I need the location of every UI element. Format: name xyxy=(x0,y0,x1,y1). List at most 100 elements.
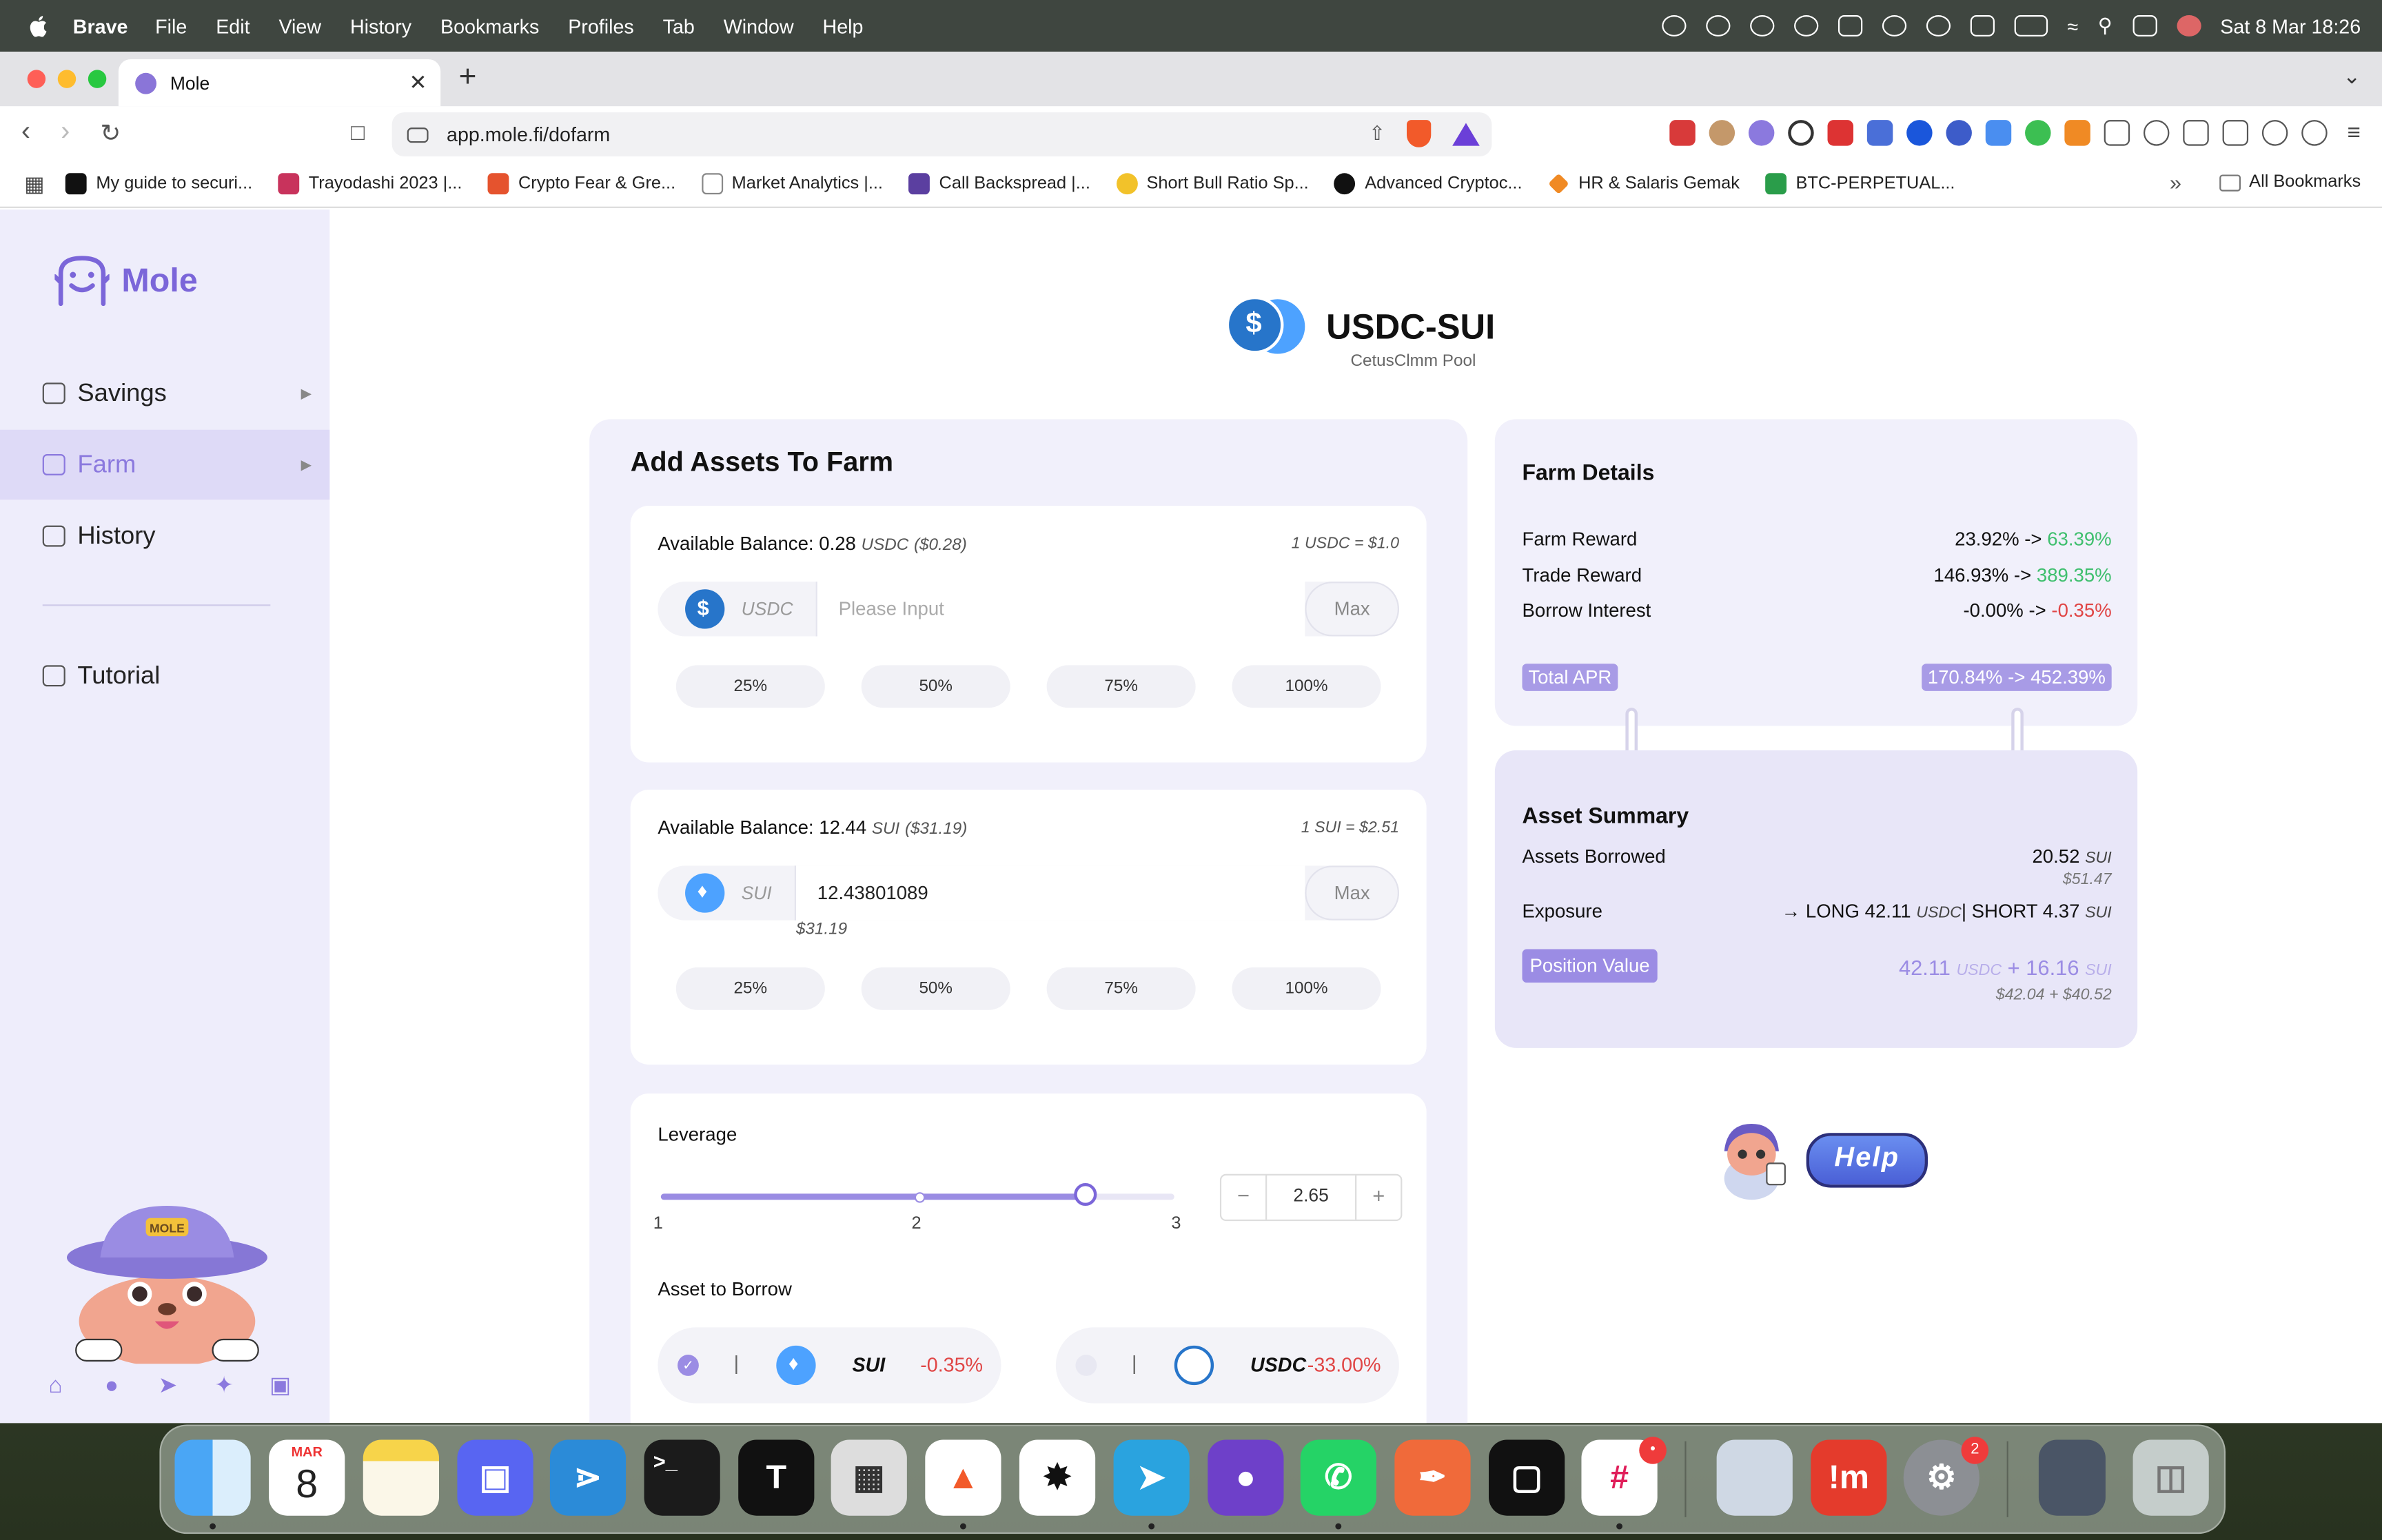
menu-profiles[interactable]: Profiles xyxy=(568,14,634,37)
twitter-icon[interactable]: ✦ xyxy=(211,1373,236,1399)
battery-icon[interactable] xyxy=(2014,15,2048,37)
radio-checked-icon[interactable]: ✓ xyxy=(678,1355,699,1376)
borrow-option-usdc[interactable]: | USDC -33.00% xyxy=(1055,1327,1399,1404)
brave-rewards-icon[interactable] xyxy=(1452,122,1480,145)
calendar-icon[interactable]: MAR 8 xyxy=(269,1439,345,1516)
chatgpt-app-icon[interactable]: ✸ xyxy=(1019,1439,1096,1516)
extensions-puzzle-icon[interactable] xyxy=(2104,120,2130,146)
site-settings-icon[interactable] xyxy=(407,127,429,143)
url-text[interactable]: app.mole.fi/dofarm xyxy=(447,123,610,146)
wifi-icon[interactable]: ≈ xyxy=(2067,14,2078,37)
github-icon[interactable]: ● xyxy=(99,1373,124,1399)
zoom-window-button[interactable] xyxy=(88,70,107,88)
brave-shields-icon[interactable] xyxy=(1406,120,1432,147)
bookmark-6[interactable]: Short Bull Ratio Sp... xyxy=(1116,173,1309,195)
translate-extension-icon[interactable] xyxy=(1866,120,1893,146)
more-bookmarks-chevron-icon[interactable]: » xyxy=(2170,170,2181,194)
mimestream-icon[interactable]: !m xyxy=(1811,1439,1887,1516)
documents-stack-icon[interactable] xyxy=(2038,1439,2106,1516)
usdc-25-percent-button[interactable]: 25% xyxy=(675,665,825,708)
info-tray-icon[interactable] xyxy=(1882,15,1906,37)
bookmark-7[interactable]: Advanced Cryptoc... xyxy=(1334,173,1523,195)
extension-10-icon[interactable] xyxy=(2025,120,2051,146)
menu-file[interactable]: File xyxy=(155,14,187,37)
sui-100-percent-button[interactable]: 100% xyxy=(1232,967,1381,1010)
reload-icon[interactable]: ↻ xyxy=(100,119,121,149)
leverage-slider-thumb[interactable] xyxy=(1073,1182,1097,1207)
bookmark-1[interactable]: My guide to securi... xyxy=(65,173,252,195)
vscode-icon[interactable]: ⋗ xyxy=(549,1439,627,1516)
extension-3-icon[interactable] xyxy=(1748,120,1775,146)
menu-history[interactable]: History xyxy=(350,14,411,37)
calculator-icon[interactable]: ▦ xyxy=(831,1439,907,1516)
extension-1-icon[interactable] xyxy=(1669,120,1696,146)
sidebar-item-savings[interactable]: Savings ▶ xyxy=(0,358,329,428)
usdc-100-percent-button[interactable]: 100% xyxy=(1232,665,1381,708)
vpn-icon[interactable] xyxy=(2301,120,2328,146)
browser-menu-icon[interactable]: ≡ xyxy=(2341,120,2367,145)
bookmark-3[interactable]: Crypto Fear & Gre... xyxy=(487,173,675,195)
postman-icon[interactable]: ✒ xyxy=(1394,1439,1471,1516)
share-icon[interactable]: ⇧ xyxy=(1369,121,1385,145)
terminal-icon[interactable]: >_ xyxy=(644,1439,720,1516)
sidebar-item-farm[interactable]: Farm ▶ xyxy=(0,429,330,500)
stats-icon[interactable] xyxy=(1838,15,1862,37)
weather-icon[interactable] xyxy=(1970,15,1995,37)
forward-icon[interactable]: › xyxy=(61,116,70,147)
preview-image-icon[interactable] xyxy=(1716,1439,1793,1516)
close-window-button[interactable] xyxy=(27,70,46,88)
bookmark-5[interactable]: Call Backspread |... xyxy=(908,173,1090,195)
menu-clock[interactable]: Sat 8 Mar 18:26 xyxy=(2220,14,2361,37)
help-button[interactable]: Help xyxy=(1806,1132,1928,1187)
extension-5-icon[interactable] xyxy=(1827,120,1854,146)
apple-icon[interactable] xyxy=(28,14,52,38)
help-widget[interactable]: Help xyxy=(1712,1118,1928,1201)
slack-icon[interactable]: # • xyxy=(1581,1437,1667,1516)
focus-icon[interactable] xyxy=(1793,15,1818,37)
minimize-window-button[interactable] xyxy=(57,70,77,88)
menu-edit[interactable]: Edit xyxy=(216,14,250,37)
radio-unchecked-icon[interactable] xyxy=(1075,1355,1097,1376)
telegram-icon[interactable]: ➤ xyxy=(155,1373,181,1399)
sui-max-button[interactable]: Max xyxy=(1305,865,1399,921)
wallet-icon[interactable] xyxy=(2222,120,2249,146)
leverage-decrease-button[interactable]: − xyxy=(1221,1175,1265,1220)
leo-ai-icon[interactable] xyxy=(2261,120,2288,146)
discord-app-icon[interactable]: ▣ xyxy=(457,1439,533,1516)
chatgpt-tray-icon[interactable] xyxy=(1705,15,1731,37)
usdc-75-percent-button[interactable]: 75% xyxy=(1046,665,1196,708)
new-tab-button[interactable]: + xyxy=(459,61,477,96)
tradingview-icon[interactable]: T xyxy=(738,1439,815,1516)
brave-app-icon[interactable]: ▲ xyxy=(925,1439,1001,1516)
sui-50-percent-button[interactable]: 50% xyxy=(861,967,1010,1010)
extension-7-icon[interactable] xyxy=(1906,120,1933,146)
address-bar[interactable]: app.mole.fi/dofarm ⇧ xyxy=(391,112,1492,157)
sui-75-percent-button[interactable]: 75% xyxy=(1046,967,1196,1010)
all-bookmarks-folder[interactable]: All Bookmarks xyxy=(2219,173,2361,192)
menu-app-name[interactable]: Brave xyxy=(73,14,128,37)
sui-amount-input[interactable]: 12.43801089 xyxy=(794,865,1305,921)
whatsapp-icon[interactable]: ✆ xyxy=(1300,1439,1376,1516)
bookmark-2[interactable]: Trayodashi 2023 |... xyxy=(278,173,462,195)
leverage-increase-button[interactable]: + xyxy=(1356,1175,1401,1220)
play-tray-icon[interactable] xyxy=(1926,15,1951,37)
bookmark-9[interactable]: BTC-PERPETUAL... xyxy=(1765,173,1955,195)
finder-icon[interactable] xyxy=(174,1439,251,1516)
mole-logo[interactable]: Mole xyxy=(54,255,198,307)
metamask-icon[interactable] xyxy=(2064,120,2090,146)
borrow-option-sui[interactable]: ✓ | SUI -0.35% xyxy=(658,1327,1001,1404)
siri-icon[interactable] xyxy=(2176,15,2201,37)
telegram-app-icon[interactable]: ➤ xyxy=(1113,1439,1190,1516)
usdc-50-percent-button[interactable]: 50% xyxy=(861,665,1010,708)
system-settings-icon[interactable]: ⚙ 2 xyxy=(1903,1437,1989,1516)
home-icon[interactable]: ⌂ xyxy=(43,1373,68,1399)
menu-view[interactable]: View xyxy=(278,14,321,37)
tray-app-icon[interactable] xyxy=(1749,15,1775,37)
leverage-value-input[interactable]: 2.65 xyxy=(1265,1175,1357,1220)
extension-4-icon[interactable] xyxy=(1788,120,1814,146)
sidebar-item-history[interactable]: History xyxy=(0,501,329,571)
extension-9-icon[interactable] xyxy=(1985,120,2012,146)
menu-tab[interactable]: Tab xyxy=(663,14,695,37)
bookmark-page-icon[interactable]: □ xyxy=(351,120,365,145)
search-icon[interactable]: ⚲ xyxy=(2098,14,2113,38)
